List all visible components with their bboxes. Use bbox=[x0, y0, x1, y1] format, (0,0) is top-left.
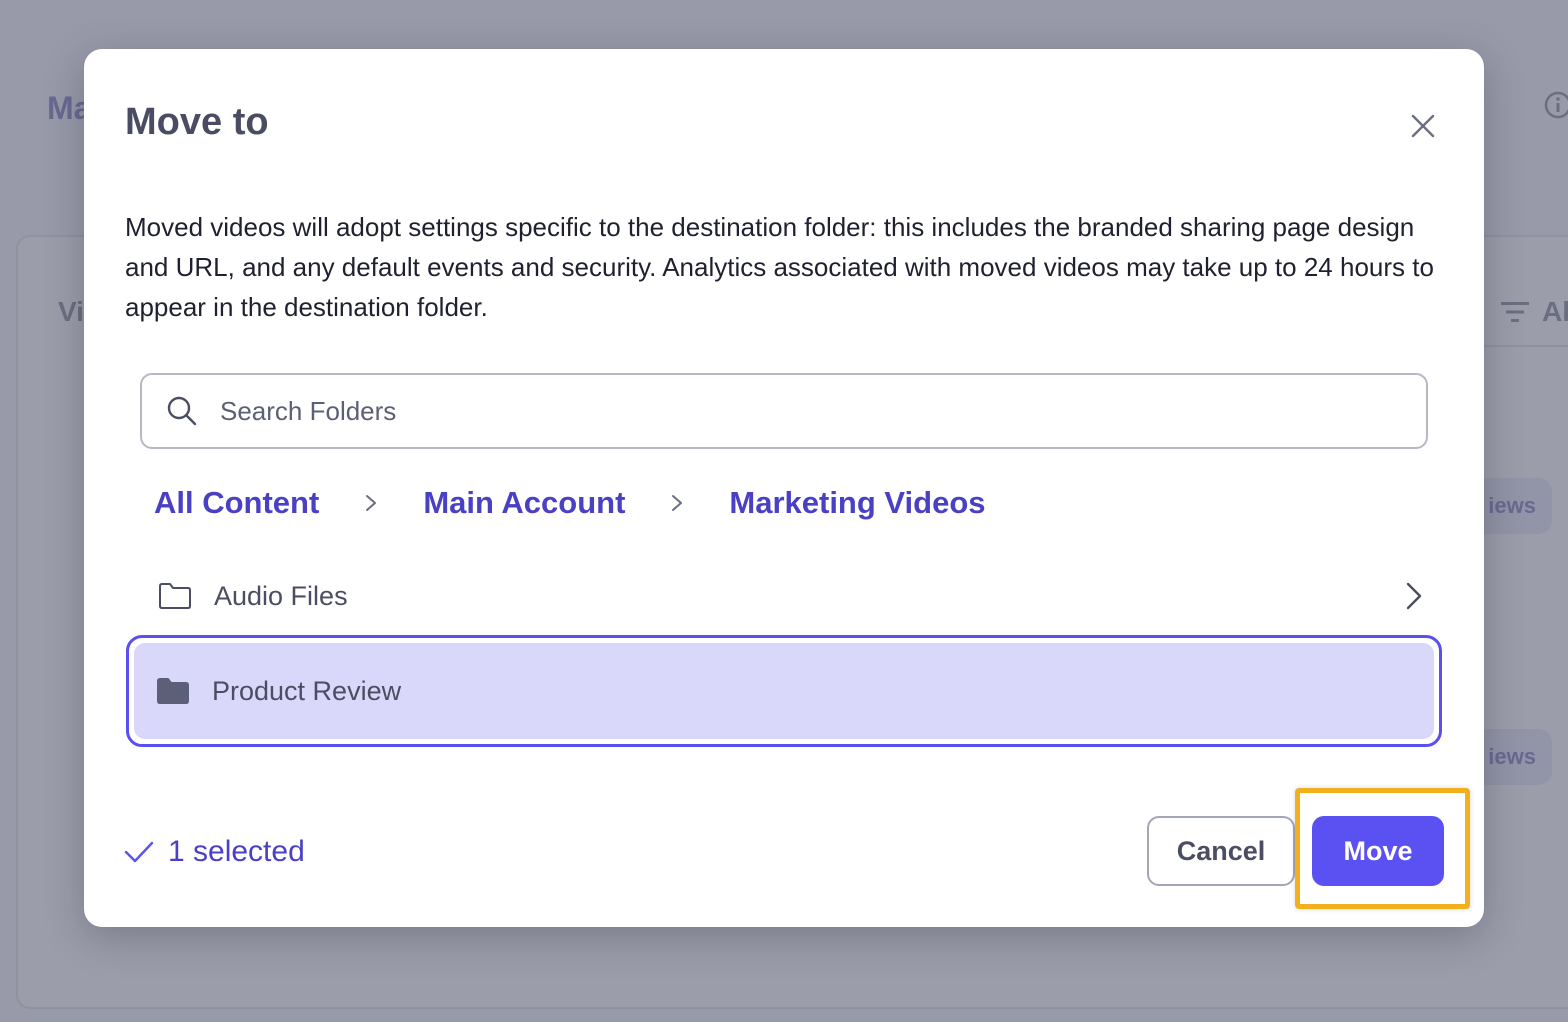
folder-row-selected-fill: Product Review bbox=[134, 643, 1434, 739]
breadcrumb-all-content[interactable]: All Content bbox=[154, 485, 319, 521]
move-to-dialog: Move to Moved videos will adopt settings… bbox=[84, 49, 1484, 927]
chevron-right-icon bbox=[672, 495, 683, 511]
search-box[interactable] bbox=[140, 373, 1428, 449]
selected-count-label: 1 selected bbox=[168, 835, 305, 868]
selection-status: 1 selected bbox=[124, 835, 305, 869]
breadcrumb-main-account[interactable]: Main Account bbox=[423, 485, 625, 521]
breadcrumb: All Content Main Account Marketing Video… bbox=[154, 481, 986, 525]
folder-row-audio-files[interactable]: Audio Files bbox=[140, 554, 1440, 638]
search-folders-input[interactable] bbox=[218, 394, 1372, 428]
folder-outline-icon bbox=[159, 583, 191, 609]
close-icon bbox=[1411, 114, 1435, 138]
folder-name: Product Review bbox=[212, 675, 402, 706]
cancel-button[interactable]: Cancel bbox=[1147, 816, 1295, 886]
move-button[interactable]: Move bbox=[1312, 816, 1444, 886]
folder-filled-icon bbox=[157, 678, 189, 704]
chevron-right-icon bbox=[366, 495, 377, 511]
dialog-description: Moved videos will adopt settings specifi… bbox=[125, 212, 1434, 322]
folder-name: Audio Files bbox=[214, 580, 348, 611]
search-icon bbox=[167, 396, 197, 426]
chevron-right-icon[interactable] bbox=[1404, 581, 1424, 611]
close-button[interactable] bbox=[1406, 109, 1440, 143]
folder-row-product-review[interactable]: Product Review bbox=[126, 635, 1442, 747]
dialog-title: Move to bbox=[125, 101, 269, 143]
breadcrumb-marketing-videos[interactable]: Marketing Videos bbox=[729, 485, 985, 521]
checkmark-icon bbox=[124, 841, 154, 863]
